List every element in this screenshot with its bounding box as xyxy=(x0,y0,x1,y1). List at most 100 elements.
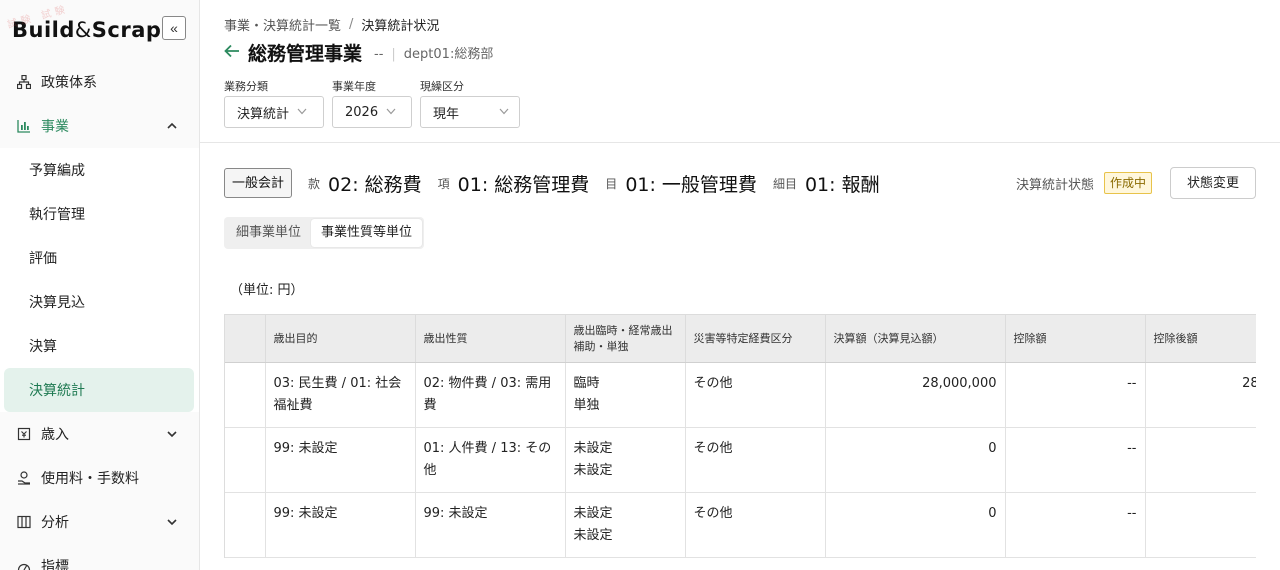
sidebar-subitem-settlement-forecast[interactable]: 決算見込 xyxy=(0,280,199,324)
filter-label: 業務分類 xyxy=(224,80,268,93)
projects-subnav: 予算編成 執行管理 評価 決算見込 決算 決算統計 xyxy=(0,148,199,412)
unit-label: （単位: 円） xyxy=(230,283,304,298)
sidebar-item-policy[interactable]: 政策体系 xyxy=(0,60,199,104)
chevron-down-icon xyxy=(297,107,307,118)
deduction-cell: -- xyxy=(1005,492,1146,558)
revenue-icon xyxy=(16,426,32,442)
carryover-type-select[interactable]: 現年 xyxy=(420,96,520,128)
saimoku-value: 01: 報酬 xyxy=(804,173,880,196)
select-value: 決算統計 xyxy=(237,106,290,122)
settlement-amount-cell: 28,000,000 xyxy=(825,362,1006,428)
cell-line: 未設定 xyxy=(573,463,613,478)
sidebar-subitem-settlement-stats[interactable]: 決算統計 xyxy=(4,368,194,412)
deduction-cell: -- xyxy=(1005,362,1146,428)
chevron-down-icon xyxy=(386,107,396,118)
app-logo[interactable]: Build&Scrap xyxy=(12,18,161,42)
column-header-deduction: 控除額 xyxy=(1005,314,1146,363)
sidebar-subitem-budget[interactable]: 予算編成 xyxy=(0,148,199,192)
status-label: 決算統計状態 xyxy=(1015,177,1094,193)
cell-line: 単独 xyxy=(573,398,600,413)
filter-label: 現繰区分 xyxy=(420,80,464,93)
cell-line: 未設定 xyxy=(573,506,613,521)
filter-business-category: 業務分類 決算統計 xyxy=(224,78,324,128)
sidebar-item-label: 歳入 xyxy=(41,427,69,443)
sidebar: 試験 試験 Build&Scrap « 政策体系 事業 予算編成 執行管理 評価… xyxy=(0,0,200,570)
select-value: 2026 xyxy=(345,104,379,120)
filter-carryover-type: 現繰区分 現年 xyxy=(420,78,520,128)
settlement-amount-cell: 0 xyxy=(825,427,1006,493)
kan-value: 02: 総務費 xyxy=(328,173,422,196)
sidebar-item-label: 指標 xyxy=(41,559,69,570)
column-header-purpose: 歳出目的 xyxy=(265,314,416,363)
select-cell xyxy=(225,492,266,558)
cell-line: 未設定 xyxy=(573,441,613,456)
sidebar-subitem-execution[interactable]: 執行管理 xyxy=(0,192,199,236)
cell-line: 臨時 xyxy=(573,376,600,391)
disaster-cell: その他 xyxy=(685,362,826,428)
business-category-select[interactable]: 決算統計 xyxy=(224,96,324,128)
select-cell xyxy=(225,362,266,428)
disaster-cell: その他 xyxy=(685,492,826,558)
settlement-table-wrapper[interactable]: 歳出目的 歳出性質 歳出臨時・経常歳出補助・単独 災害等特定経費区分 決算額（決… xyxy=(224,314,1256,558)
table-row[interactable]: 99: 未設定 99: 未設定 未設定 未設定 その他 0 -- xyxy=(225,492,1256,558)
sidebar-item-revenue[interactable]: 歳入 xyxy=(0,412,199,456)
chevron-down-icon xyxy=(499,107,509,118)
brand: 試験 試験 Build&Scrap « xyxy=(0,0,199,60)
chevron-down-icon xyxy=(167,516,177,529)
sidebar-subitem-evaluation[interactable]: 評価 xyxy=(0,236,199,280)
sidebar-item-label: 事業 xyxy=(41,119,69,135)
columns-icon xyxy=(16,514,32,530)
saimoku-label: 細目 xyxy=(772,176,797,191)
breadcrumb-current: 決算統計状況 xyxy=(361,18,440,34)
select-value: 現年 xyxy=(433,106,460,122)
after-deduction-cell xyxy=(1145,492,1256,558)
tab-sub-project-unit[interactable]: 細事業単位 xyxy=(226,219,311,247)
logo-text-build: Build xyxy=(12,18,75,42)
temporary-cell: 臨時 単独 xyxy=(565,362,686,428)
logo-text-scrap: Scrap xyxy=(91,18,162,42)
sidebar-item-indicators[interactable]: 指標 xyxy=(0,544,199,570)
fiscal-year-select[interactable]: 2026 xyxy=(332,96,412,128)
table-row[interactable]: 99: 未設定 01: 人件費 / 13: その他 未設定 未設定 その他 0 -- xyxy=(225,427,1256,493)
kou-label: 項 xyxy=(437,176,450,191)
sidebar-item-label: 分析 xyxy=(41,515,69,531)
app-root: 試験 試験 Build&Scrap « 政策体系 事業 予算編成 執行管理 評価… xyxy=(0,0,1280,570)
filter-fiscal-year: 事業年度 2026 xyxy=(332,78,412,128)
temporary-cell: 未設定 未設定 xyxy=(565,427,686,493)
settlement-amount-cell: 0 xyxy=(825,492,1006,558)
unit-tabs: 細事業単位 事業性質等単位 xyxy=(224,217,425,249)
temporary-cell: 未設定 未設定 xyxy=(565,492,686,558)
gauge-icon xyxy=(16,558,32,570)
purpose-cell: 03: 民生費 / 01: 社会福祉費 xyxy=(265,362,416,428)
sidebar-subitem-settlement[interactable]: 決算 xyxy=(0,324,199,368)
content-area: 一般会計 款 02: 総務費 項 01: 総務管理費 目 01: 一般管理費 細… xyxy=(200,143,1280,558)
page-title: 総務管理事業 xyxy=(248,42,363,65)
sidebar-item-fees[interactable]: 使用料・手数料 xyxy=(0,456,199,500)
column-header-nature: 歳出性質 xyxy=(415,314,566,363)
sidebar-item-projects[interactable]: 事業 xyxy=(0,104,199,148)
nature-cell: 02: 物件費 / 03: 需用費 xyxy=(415,362,566,428)
after-deduction-cell xyxy=(1145,427,1256,493)
status-badge: 作成中 xyxy=(1103,172,1152,194)
breadcrumb: 事業・決算統計一覧 / 決算統計状況 xyxy=(224,14,1256,34)
chevron-down-icon xyxy=(167,428,177,441)
kou-value: 01: 総務管理費 xyxy=(457,173,590,196)
column-header-temporary: 歳出臨時・経常歳出補助・単独 xyxy=(565,314,686,363)
table-header-row: 歳出目的 歳出性質 歳出臨時・経常歳出補助・単独 災害等特定経費区分 決算額（決… xyxy=(225,314,1256,363)
moku-value: 01: 一般管理費 xyxy=(625,173,757,196)
sidebar-nav: 政策体系 事業 予算編成 執行管理 評価 決算見込 決算 決算統計 歳入 使用料… xyxy=(0,60,199,570)
kan-label: 款 xyxy=(308,176,321,191)
select-cell xyxy=(225,427,266,493)
bar-chart-icon xyxy=(16,118,32,134)
column-header-after-deduction: 控除後額 xyxy=(1145,314,1256,363)
table-row[interactable]: 03: 民生費 / 01: 社会福祉費 02: 物件費 / 03: 需用費 臨時単独… xyxy=(225,362,1256,428)
tab-project-nature-unit[interactable]: 事業性質等単位 xyxy=(311,219,423,247)
breadcrumb-link-list[interactable]: 事業・決算統計一覧 xyxy=(224,15,341,34)
back-arrow-icon[interactable] xyxy=(224,42,240,63)
general-account-button[interactable]: 一般会計 xyxy=(224,168,293,198)
project-code: -- xyxy=(374,46,384,62)
change-status-button[interactable]: 状態変更 xyxy=(1169,167,1256,199)
sidebar-item-label: 政策体系 xyxy=(41,75,97,91)
collapse-sidebar-button[interactable]: « xyxy=(162,16,186,40)
sidebar-item-analysis[interactable]: 分析 xyxy=(0,500,199,544)
